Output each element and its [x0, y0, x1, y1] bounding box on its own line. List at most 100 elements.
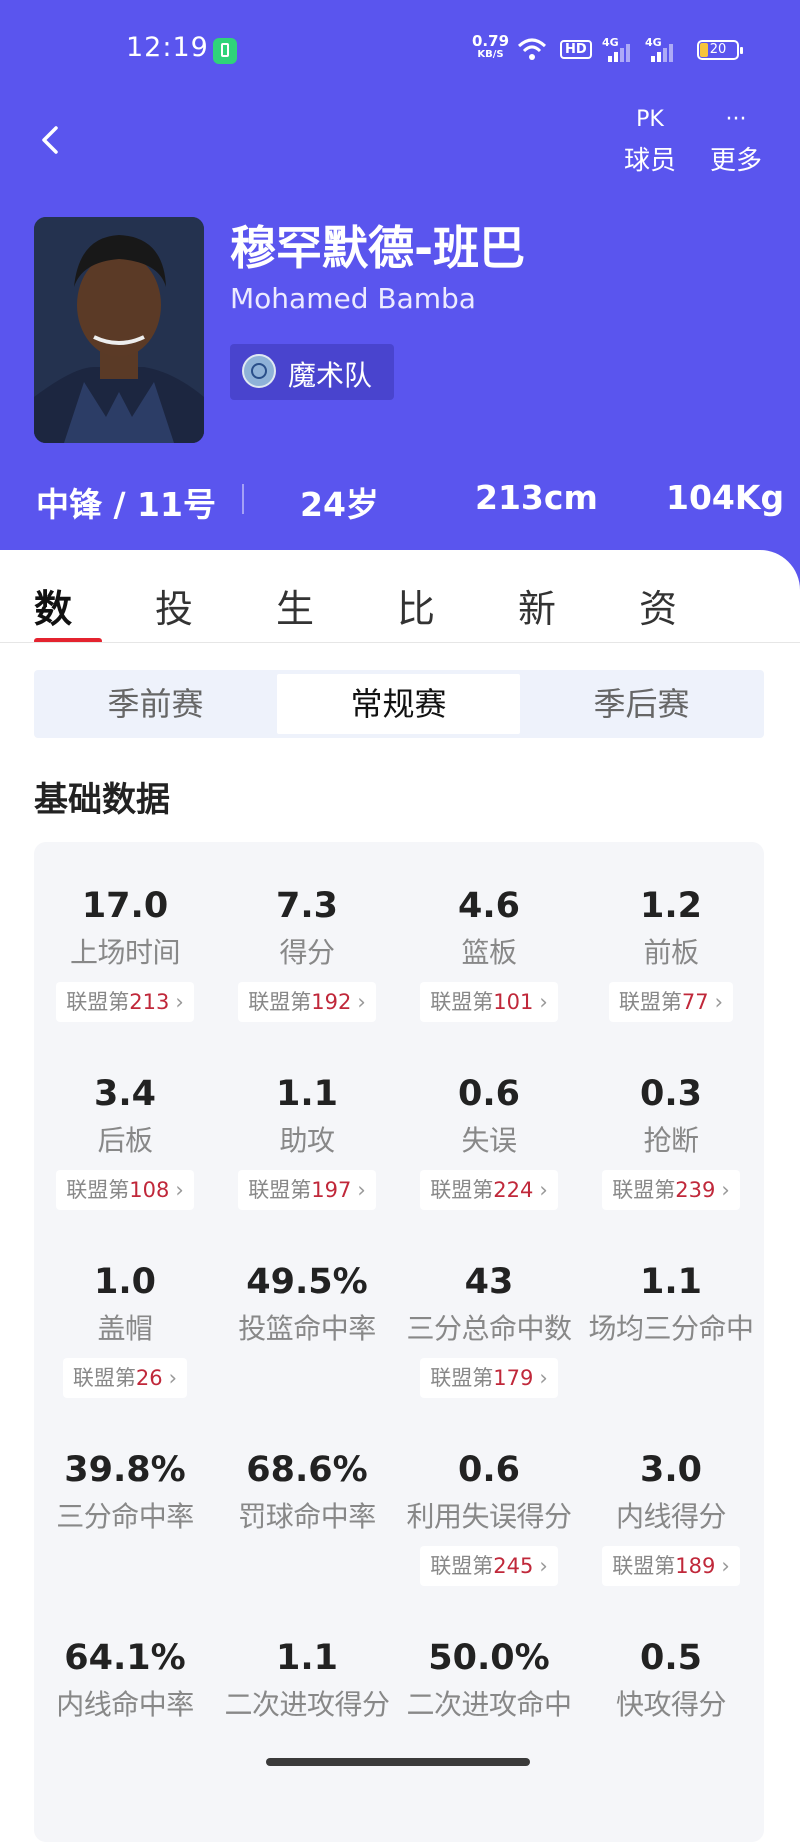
chevron-right-icon: ›: [357, 1178, 366, 1202]
network-speed-unit: KB/S: [477, 49, 504, 60]
tab-info[interactable]: 资: [639, 578, 677, 633]
stat-cell: 0.5 快攻得分: [580, 1636, 762, 1730]
rank-prefix: 联盟第: [72, 1366, 136, 1390]
player-position: 中锋 / 11号: [36, 485, 216, 524]
rank-prefix: 联盟第: [430, 1554, 494, 1578]
stat-label: 得分: [279, 936, 335, 969]
home-indicator[interactable]: [266, 1758, 530, 1766]
stat-cell: 3.0 内线得分 联盟第189 ›: [580, 1448, 762, 1586]
rank-number: 245: [493, 1554, 534, 1578]
league-rank-button[interactable]: 联盟第245 ›: [420, 1546, 558, 1586]
rank-prefix: 联盟第: [612, 1554, 676, 1578]
rank-number: 189: [675, 1554, 716, 1578]
stat-value: 3.4: [93, 1074, 156, 1114]
stat-cell: 1.1 场均三分命中: [580, 1260, 762, 1354]
battery-icon: 20: [697, 40, 743, 60]
chevron-right-icon: ›: [721, 1554, 730, 1578]
rank-number: 213: [129, 990, 170, 1014]
team-badge[interactable]: 魔术队: [230, 344, 394, 400]
stat-cell: 49.5% 投篮命中率: [216, 1260, 398, 1354]
stat-label: 利用失误得分: [406, 1500, 572, 1533]
back-arrow-icon[interactable]: [36, 120, 66, 160]
network-speed: 0.79 KB/S: [472, 34, 509, 62]
stat-label: 篮板: [461, 936, 517, 969]
tab-bar: 数 投 生 比 新 资: [0, 550, 800, 643]
stat-value: 1.2: [639, 886, 702, 926]
rank-prefix: 联盟第: [612, 1178, 676, 1202]
rank-number: 101: [493, 990, 534, 1014]
rank-number: 179: [493, 1366, 534, 1390]
player-photo: [34, 217, 204, 443]
tab-shooting[interactable]: 投: [155, 578, 193, 633]
league-rank-button[interactable]: 联盟第239 ›: [602, 1170, 740, 1210]
stat-cell: 43 三分总命中数 联盟第179 ›: [398, 1260, 580, 1398]
stat-label: 罚球命中率: [238, 1500, 376, 1533]
rank-prefix: 联盟第: [248, 1178, 312, 1202]
more-button[interactable]: ··· 更多: [706, 104, 766, 177]
stat-value: 0.5: [639, 1638, 702, 1678]
league-rank-button[interactable]: 联盟第197 ›: [238, 1170, 376, 1210]
stat-cell: 0.3 抢断 联盟第239 ›: [580, 1072, 762, 1210]
stat-label: 内线命中率: [56, 1688, 194, 1721]
stat-cell: 0.6 利用失误得分联盟第245 ›: [398, 1448, 580, 1586]
chevron-right-icon: ›: [721, 1178, 730, 1202]
league-rank-button[interactable]: 联盟第101 ›: [420, 982, 558, 1022]
section-title: 基础数据: [34, 780, 170, 820]
team-name: 魔术队: [288, 359, 373, 392]
tab-news[interactable]: 新: [518, 578, 556, 633]
stat-cell: 1.1 二次进攻得分: [216, 1636, 398, 1730]
league-rank-button[interactable]: 联盟第224 ›: [420, 1170, 558, 1210]
tab-career[interactable]: 生: [276, 578, 314, 633]
chevron-right-icon: ›: [168, 1366, 178, 1390]
segment-regular[interactable]: 常规赛: [277, 674, 520, 734]
segment-preseason[interactable]: 季前赛: [34, 670, 277, 738]
tab-indicator: [34, 638, 102, 642]
stat-value: 0.6: [457, 1450, 520, 1490]
chevron-right-icon: ›: [714, 990, 724, 1014]
rank-number: 108: [129, 1178, 170, 1202]
league-rank-button[interactable]: 联盟第213 ›: [56, 982, 194, 1022]
segment-playoffs[interactable]: 季后赛: [520, 670, 763, 738]
league-rank-button[interactable]: 联盟第189 ›: [602, 1546, 740, 1586]
rank-number: 224: [493, 1178, 534, 1202]
stat-value: 1.1: [275, 1638, 338, 1678]
league-rank-button[interactable]: 联盟第179 ›: [420, 1358, 558, 1398]
stat-value: 3.0: [639, 1450, 702, 1490]
stat-value: 1.0: [93, 1262, 156, 1302]
rank-prefix: 联盟第: [430, 990, 494, 1014]
tab-games[interactable]: 比: [397, 578, 435, 633]
network-speed-value: 0.79: [472, 32, 510, 50]
stat-cell: 17.0 上场时间 联盟第213 ›: [34, 884, 216, 1022]
stat-label: 场均三分命中: [588, 1312, 754, 1345]
league-rank-button[interactable]: 联盟第77 ›: [608, 982, 734, 1022]
league-rank-button[interactable]: 联盟第192 ›: [238, 982, 376, 1022]
stat-cell: 1.2 前板联盟第77 ›: [580, 884, 762, 1022]
chevron-right-icon: ›: [539, 990, 548, 1014]
stat-label: 助攻: [279, 1124, 335, 1157]
league-rank-button[interactable]: 联盟第26 ›: [62, 1358, 188, 1398]
stat-cell: 4.6 篮板 联盟第101 ›: [398, 884, 580, 1022]
player-header: 12:19 0.79 KB/S HD 4G 4G 20 PK 球员 ··· 更多…: [0, 0, 800, 620]
team-logo-icon: [242, 354, 276, 388]
signal-icon: 4G: [602, 36, 632, 64]
stat-label: 快攻得分: [615, 1688, 727, 1721]
stat-cell: 3.4 后板 联盟第108 ›: [34, 1072, 216, 1210]
stat-cell: 64.1% 内线命中率: [34, 1636, 216, 1730]
app-notification-icon: [213, 38, 237, 64]
rank-prefix: 联盟第: [66, 1178, 130, 1202]
player-name-cn: 穆罕默德-班巴: [230, 221, 526, 275]
stat-label: 盖帽: [97, 1312, 153, 1345]
more-icon: ···: [725, 107, 747, 132]
league-rank-button[interactable]: 联盟第108 ›: [56, 1170, 194, 1210]
stat-cell: 1.0 盖帽联盟第26 ›: [34, 1260, 216, 1398]
pk-label: 球员: [623, 146, 676, 176]
stat-cell: 1.1 助攻 联盟第197 ›: [216, 1072, 398, 1210]
pk-button[interactable]: PK 球员: [620, 104, 680, 177]
chevron-right-icon: ›: [175, 990, 184, 1014]
stat-label: 前板: [643, 936, 699, 969]
tab-stats[interactable]: 数: [34, 578, 72, 633]
stat-value: 17.0: [81, 886, 169, 926]
player-height: 213cm: [475, 478, 598, 517]
rank-prefix: 联盟第: [430, 1178, 494, 1202]
chevron-right-icon: ›: [539, 1178, 548, 1202]
